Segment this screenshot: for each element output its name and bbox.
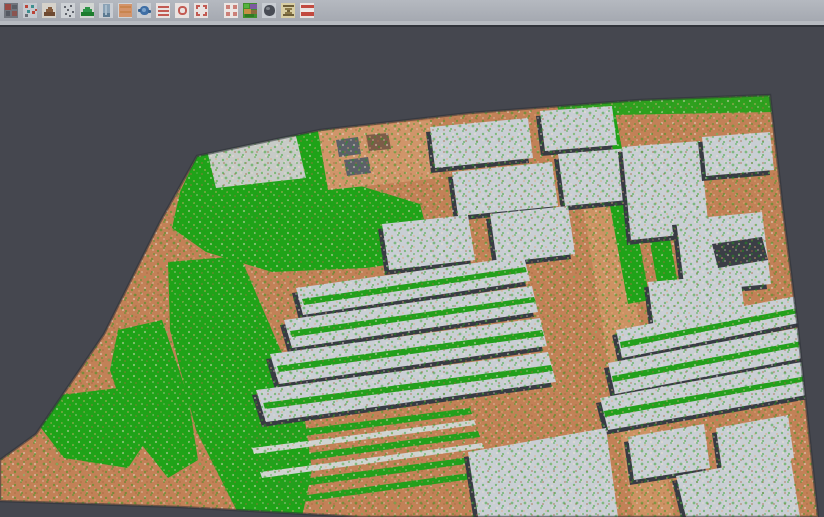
dark-swatch-icon[interactable] — [2, 2, 20, 20]
dark-sphere-icon[interactable] — [260, 2, 278, 20]
hourglass-icon[interactable] — [279, 2, 297, 20]
orange-swatch-icon[interactable] — [116, 2, 134, 20]
toolbar — [0, 0, 824, 21]
viewport-3d-scene[interactable] — [0, 0, 824, 517]
toolbar-divider — [0, 25, 824, 27]
red-list-icon[interactable] — [154, 2, 172, 20]
red-grid-icon[interactable] — [222, 2, 240, 20]
red-ring-icon[interactable] — [173, 2, 191, 20]
striped-flag-icon[interactable] — [298, 2, 316, 20]
blue-globe-icon[interactable] — [135, 2, 153, 20]
colored-points-icon[interactable] — [21, 2, 39, 20]
classified-map-icon[interactable] — [241, 2, 259, 20]
blue-column-icon[interactable] — [97, 2, 115, 20]
sparse-points-icon[interactable] — [59, 2, 77, 20]
green-hill-icon[interactable] — [78, 2, 96, 20]
terrain-hill-icon[interactable] — [40, 2, 58, 20]
red-selection-icon[interactable] — [192, 2, 210, 20]
toolbar-icon-group — [1, 2, 317, 20]
